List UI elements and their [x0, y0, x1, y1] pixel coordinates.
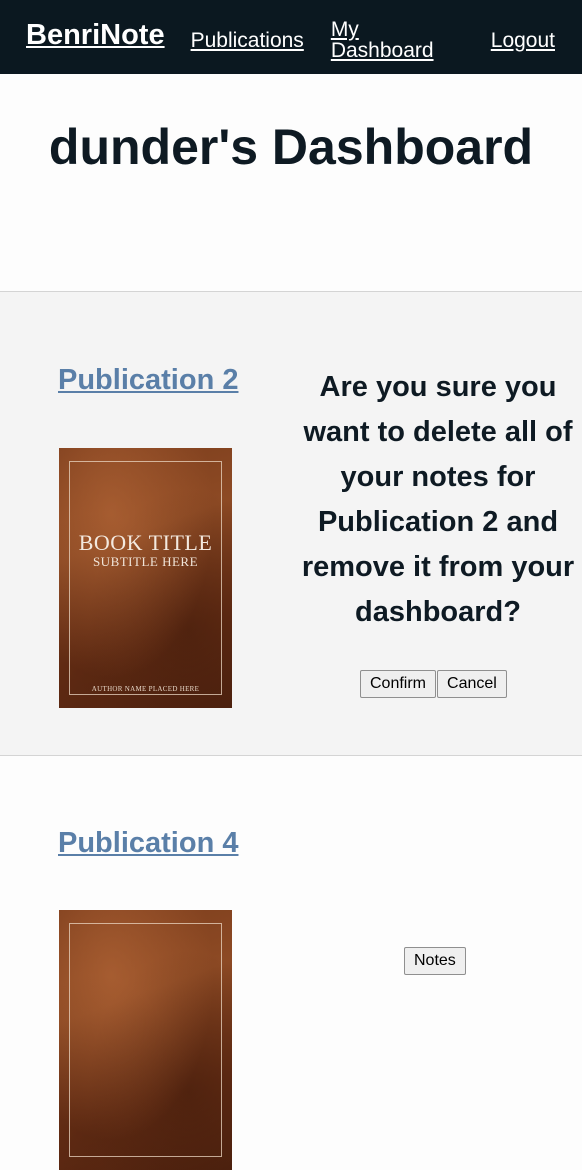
nav-link-my-dashboard[interactable]: My Dashboard: [331, 19, 464, 61]
book-cover-image: [59, 910, 232, 1170]
cover-frame: [69, 923, 222, 1157]
publication-card: Publication 4 Notes: [0, 756, 582, 1170]
cover-subtitle: SUBTITLE HERE: [92, 554, 199, 569]
publication-card: Publication 2 BOOK TITLE SUBTITLE HERE A…: [0, 291, 582, 756]
book-cover-image: BOOK TITLE SUBTITLE HERE AUTHOR NAME PLA…: [59, 448, 232, 708]
cover-title: BOOK TITLE: [78, 530, 213, 555]
cover-frame: [69, 461, 222, 695]
cancel-button[interactable]: Cancel: [437, 670, 507, 698]
delete-confirm-message: Are you sure you want to delete all of y…: [301, 371, 575, 628]
cover-author: AUTHOR NAME PLACED HERE: [91, 685, 200, 693]
publication-title-link[interactable]: Publication 4: [58, 829, 238, 858]
navbar: BenriNote Publications My Dashboard Logo…: [0, 0, 582, 74]
notes-button[interactable]: Notes: [404, 947, 466, 975]
confirm-button-row: Confirm Cancel: [360, 670, 507, 698]
page-title: dunder's Dashboard: [48, 119, 534, 175]
publication-title-link[interactable]: Publication 2: [58, 366, 238, 395]
nav-link-publications[interactable]: Publications: [191, 30, 304, 51]
brand-link[interactable]: BenriNote: [26, 20, 165, 50]
nav-link-logout[interactable]: Logout: [491, 30, 555, 51]
confirm-button[interactable]: Confirm: [360, 670, 437, 698]
